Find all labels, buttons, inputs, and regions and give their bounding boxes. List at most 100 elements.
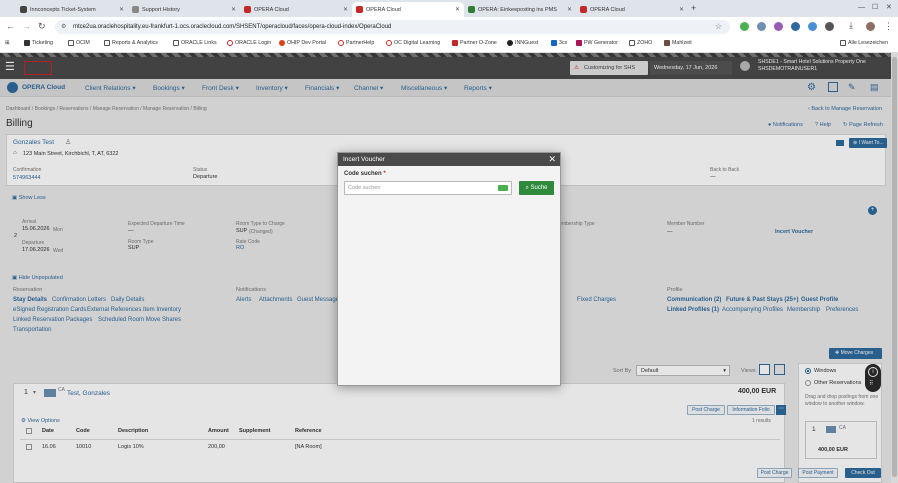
oracle-icon [386,40,392,46]
bookmark-item[interactable]: OHIP Dev Portal [279,40,326,46]
bookmark-label: ORACLE Login [235,40,272,46]
tab-label: Innconcepts Ticket-System [30,6,96,13]
tab-close-icon[interactable]: ✕ [343,6,348,13]
reload-icon[interactable]: ↻ [38,21,46,32]
extension-icon[interactable] [808,22,817,31]
bookmark-star-icon[interactable]: ☆ [715,20,722,34]
bookmark-favicon-icon [551,40,557,46]
bookmark-item[interactable]: Ticketing [24,40,53,46]
extensions-puzzle-icon[interactable] [825,22,834,31]
search-button[interactable]: ⌕ Suche [519,181,554,195]
bookmark-item[interactable]: INNGuest [507,40,538,46]
tab-label: OPERA: Einkeeposting ins PMS [478,6,557,13]
tab-close-icon[interactable]: ✕ [679,6,684,13]
bookmark-favicon-icon [576,40,582,46]
browser-toolbar: ← → ↻ ⚙ mtce2ua.oraclehospitality.eu-fra… [0,17,898,37]
tab-label: Support History [142,6,180,13]
bookmark-label: OCIM [76,40,90,46]
browser-tab[interactable]: OPERA Cloud ✕ [576,2,688,17]
avatar[interactable] [866,22,875,31]
extension-icon[interactable] [791,22,800,31]
bookmark-label: Partner O-Zone [460,40,497,46]
new-tab-button[interactable]: + [691,3,696,13]
extension-icon[interactable] [757,22,766,31]
bookmarks-bar: ⊞ Ticketing OCIM Reports & Analytics ORA… [0,37,898,53]
tab-favicon-icon [356,6,363,13]
dialog-title: Incert Voucher [343,156,385,163]
bookmark-label: Mahlzeit [672,40,692,46]
kebab-menu-icon[interactable]: ⋮ [884,21,893,32]
browser-tab-active[interactable]: OPERA Cloud ✕ [352,2,464,17]
bookmark-folder[interactable]: ZOHO [629,40,652,46]
bookmark-item[interactable]: Mahlzeit [664,40,692,46]
bookmark-favicon-icon [279,40,285,46]
bookmark-item[interactable]: Partner O-Zone [452,40,497,46]
bookmark-folder[interactable]: ORACLE Links [173,40,217,46]
bookmark-favicon-icon [507,40,513,46]
tab-favicon-icon [20,6,27,13]
folder-icon [629,40,635,46]
tab-close-icon[interactable]: ✕ [455,6,460,13]
tab-close-icon[interactable]: ✕ [119,6,124,13]
bookmark-label: 3cx [559,40,568,46]
browser-tab[interactable]: OPERA Cloud ✕ [240,2,352,17]
bookmark-item[interactable]: OC Digital Learning [386,40,440,46]
bookmark-item[interactable]: 3cx [551,40,567,46]
bookmark-item[interactable]: ORACLE Login [227,40,271,46]
folder-icon [68,40,74,46]
forward-arrow-icon[interactable]: → [22,21,31,31]
download-icon[interactable]: ⤓ [849,20,853,31]
tab-favicon-icon [468,6,475,13]
tab-label: OPERA Cloud [366,6,401,13]
tab-favicon-icon [580,6,587,13]
address-bar[interactable]: ⚙ mtce2ua.oraclehospitality.eu-frankfurt… [55,20,730,34]
bookmark-label: ORACLE Links [181,40,217,46]
tab-close-icon[interactable]: ✕ [567,6,572,13]
dialog-header: Incert Voucher ✕ [338,153,560,166]
bookmark-favicon-icon [664,40,670,46]
close-icon[interactable]: ✕ [548,153,556,166]
bookmark-item[interactable]: PW Generator [576,40,618,46]
bookmark-label: PartnerHelp [346,40,375,46]
code-search-label: Code suchen * [344,171,386,177]
bookmark-label: ZOHO [637,40,653,46]
bookmark-favicon-icon [24,40,30,46]
bookmark-favicon-icon [452,40,458,46]
incert-voucher-dialog: Incert Voucher ✕ Code suchen * Code such… [337,152,561,386]
voucher-results-area [344,199,554,383]
browser-tab[interactable]: OPERA: Einkeeposting ins PMS ✕ [464,2,576,17]
window-maximize-icon[interactable]: ☐ [872,3,878,11]
bookmark-label: Ticketing [32,40,53,46]
tab-favicon-icon [244,6,251,13]
window-close-icon[interactable]: ✕ [886,3,892,11]
bookmark-label: OHIP Dev Portal [287,40,327,46]
bookmark-label: OC Digital Learning [394,40,441,46]
back-arrow-icon[interactable]: ← [6,21,15,31]
required-marker: * [383,171,386,177]
window-minimize-icon[interactable]: — [858,4,865,11]
browser-tab[interactable]: Innconcepts Ticket-System ✕ [16,2,128,17]
bookmark-label: INNGuest [515,40,539,46]
bookmark-label: PW Generator [584,40,618,46]
folder-icon [173,40,179,46]
tab-label: OPERA Cloud [590,6,625,13]
tab-label: OPERA Cloud [254,6,289,13]
bookmark-folder[interactable]: Reports & Analytics [104,40,158,46]
all-bookmarks-folder[interactable]: Alle Lesezeichen [840,40,888,46]
bookmark-item[interactable]: PartnerHelp [338,40,374,46]
bookmark-label: Reports & Analytics [112,40,158,46]
apps-grid-icon[interactable]: ⊞ [5,40,9,46]
oracle-icon [227,40,233,46]
extension-icon[interactable] [774,22,783,31]
url-text: mtce2ua.oraclehospitality.eu-frankfurt-1… [73,24,392,30]
site-info-icon[interactable]: ⚙ [61,20,66,34]
browser-tab[interactable]: Support History ✕ [128,2,240,17]
folder-icon [840,40,846,46]
bookmark-folder[interactable]: OCIM [68,40,90,46]
oracle-icon [338,40,344,46]
tab-close-icon[interactable]: ✕ [231,6,236,13]
code-search-input[interactable]: Code suchen [344,181,512,195]
input-badge-icon [498,185,508,191]
extension-icon[interactable] [740,22,749,31]
bookmark-label: Alle Lesezeichen [848,40,889,46]
